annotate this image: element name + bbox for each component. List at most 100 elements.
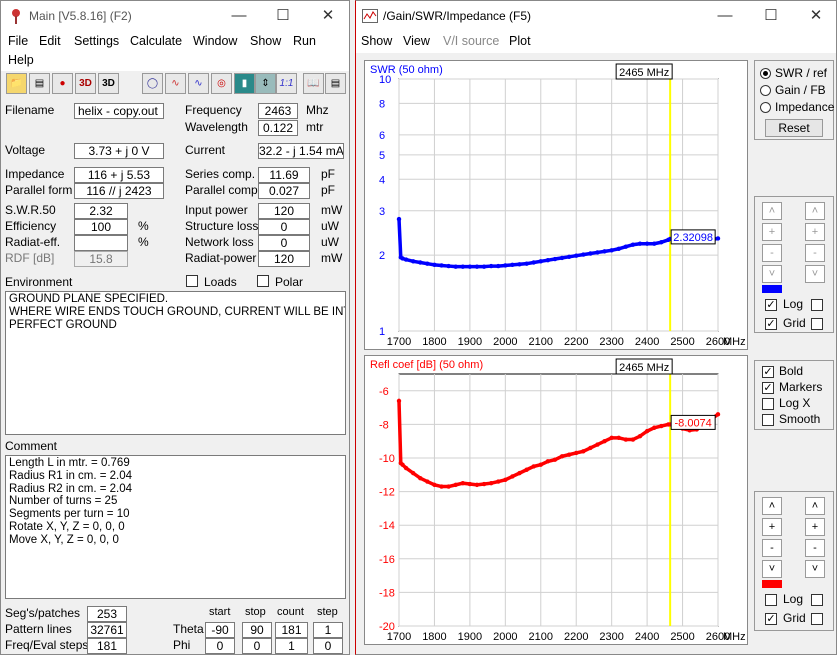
environment-textarea[interactable]: GROUND PLANE SPECIFIED. WHERE WIRE ENDS … — [5, 291, 346, 435]
bottom-log-checkbox[interactable] — [765, 594, 777, 606]
phi-stop-field[interactable]: 0 — [242, 638, 272, 654]
close-button[interactable]: ✕ — [306, 1, 349, 31]
wave-icon[interactable]: ∿ — [165, 73, 186, 94]
gain-maximize-button[interactable]: ☐ — [749, 1, 793, 31]
markers-checkbox[interactable]: ✓ — [762, 382, 774, 394]
theta-step-field[interactable]: 1 — [313, 622, 343, 638]
top-grid-checkbox[interactable]: ✓ — [765, 318, 777, 330]
gain-minimize-button[interactable]: — — [703, 1, 747, 31]
top-shift-minus-icon[interactable]: - — [762, 244, 782, 262]
efficiency-label: Efficiency — [5, 219, 57, 233]
swr-plot[interactable]: SWR (50 ohm) 1 2 3 4 5 6 8 10 1700 1800 1900 2000 210… — [364, 60, 748, 350]
data-point — [538, 462, 543, 467]
top-zoom-minus-icon[interactable]: - — [805, 244, 825, 262]
menu-file[interactable]: File — [8, 34, 28, 48]
x-tick-label: 2100 — [529, 631, 553, 643]
bottom-zoom-up-icon[interactable]: ˄ — [805, 497, 825, 515]
logx-checkbox[interactable] — [762, 398, 774, 410]
menu-window[interactable]: Window — [193, 34, 237, 48]
phi-step-field[interactable]: 0 — [313, 638, 343, 654]
minimize-button[interactable]: — — [217, 1, 261, 31]
loads-checkbox[interactable] — [186, 275, 198, 287]
refl-chart: Refl coef [dB] (50 ohm) -6 -8 -10 -12 -14 -16 -… — [370, 358, 746, 643]
bottom-scale-group: ˄ ˄ + + - - ˅ ˅ Log ✓ Grid — [754, 491, 834, 631]
bottom-shift-down-icon[interactable]: ˅ — [762, 560, 782, 578]
bottom-zoom-down-icon[interactable]: ˅ — [805, 560, 825, 578]
radio-impedance[interactable] — [760, 102, 771, 113]
data-point — [623, 437, 629, 442]
circle-icon[interactable]: ◯ — [142, 73, 163, 94]
bottom-log2-checkbox[interactable] — [811, 594, 823, 606]
theta-count-field[interactable]: 181 — [275, 622, 308, 638]
bottom-shift-plus-icon[interactable]: + — [762, 518, 782, 536]
gain-menu-view[interactable]: View — [403, 34, 430, 48]
bold-checkbox[interactable]: ✓ — [762, 366, 774, 378]
top-zoom-plus-icon[interactable]: + — [805, 223, 825, 241]
frequency-field[interactable]: 2463 — [258, 103, 298, 119]
data-point — [574, 450, 579, 456]
top-shift-plus-icon[interactable]: + — [762, 223, 782, 241]
data-point — [659, 240, 664, 245]
swr-field: 2.32 — [74, 203, 128, 219]
freq-eval-field[interactable]: 181 — [87, 638, 127, 654]
menu-calculate[interactable]: Calculate — [130, 34, 182, 48]
menu-settings[interactable]: Settings — [74, 34, 119, 48]
top-log2-checkbox[interactable] — [811, 299, 823, 311]
gain-menu-vi-source[interactable]: V/I source — [443, 34, 499, 48]
radio-swr[interactable] — [760, 68, 771, 79]
gain-menu-show[interactable]: Show — [361, 34, 392, 48]
phi-count-field[interactable]: 1 — [275, 638, 308, 654]
text-icon[interactable]: ▤ — [325, 73, 346, 94]
menu-edit[interactable]: Edit — [39, 34, 61, 48]
filename-field[interactable]: helix - copy.out — [74, 103, 164, 119]
battery-icon[interactable]: ▮ — [234, 73, 255, 94]
comment-textarea[interactable]: Length L in mtr. = 0.769 Radius R1 in cm… — [5, 455, 346, 599]
bottom-shift-up-icon[interactable]: ˄ — [762, 497, 782, 515]
data-point — [453, 264, 458, 269]
ratio-icon[interactable]: 1:1 — [276, 73, 297, 94]
top-zoom-down-icon[interactable]: ˅ — [805, 265, 825, 283]
polar-checkbox[interactable] — [257, 275, 269, 287]
radio-gain[interactable] — [760, 85, 771, 96]
gain-menu-plot[interactable]: Plot — [509, 34, 531, 48]
menu-show[interactable]: Show — [250, 34, 281, 48]
book-icon[interactable]: 📖 — [303, 73, 324, 94]
bottom-grid2-checkbox[interactable] — [811, 613, 823, 625]
bottom-shift-minus-icon[interactable]: - — [762, 539, 782, 557]
y-tick-label: -18 — [379, 587, 395, 599]
refl-plot[interactable]: Refl coef [dB] (50 ohm) -6 -8 -10 -12 -14 -16 -… — [364, 355, 748, 645]
top-log-checkbox[interactable]: ✓ — [765, 299, 777, 311]
calculator-icon[interactable]: ● — [52, 73, 73, 94]
maximize-button[interactable]: ☐ — [261, 1, 305, 31]
gain-close-button[interactable]: ✕ — [794, 1, 836, 31]
data-point — [531, 260, 536, 265]
3d-cube-icon[interactable]: 3D — [98, 73, 119, 94]
data-point — [403, 257, 409, 262]
top-zoom-up-icon[interactable]: ˄ — [805, 202, 825, 220]
arrows-icon[interactable]: ⇕ — [255, 73, 276, 94]
top-shift-down-icon[interactable]: ˅ — [762, 265, 782, 283]
theta-start-field[interactable]: -90 — [205, 622, 235, 638]
bottom-zoom-plus-icon[interactable]: + — [805, 518, 825, 536]
bottom-zoom-minus-icon[interactable]: - — [805, 539, 825, 557]
target-icon[interactable]: ◎ — [211, 73, 232, 94]
data-point — [432, 262, 437, 268]
smooth-checkbox[interactable] — [762, 414, 774, 426]
main-titlebar: Main [V5.8.16] (F2) — ☐ ✕ — [1, 1, 349, 31]
bottom-grid-checkbox[interactable]: ✓ — [765, 613, 777, 625]
phi-start-field[interactable]: 0 — [205, 638, 235, 654]
save-icon[interactable]: ▤ — [29, 73, 50, 94]
top-shift-up-icon[interactable]: ˄ — [762, 202, 782, 220]
current-label: Current — [185, 143, 226, 157]
graph-icon[interactable]: ∿ — [188, 73, 209, 94]
top-color-swatch[interactable] — [762, 285, 782, 293]
top-grid2-checkbox[interactable] — [811, 318, 823, 330]
menu-run[interactable]: Run — [293, 34, 316, 48]
menu-help[interactable]: Help — [8, 53, 34, 67]
x-tick-label: 2000 — [493, 336, 517, 348]
theta-stop-field[interactable]: 90 — [242, 622, 272, 638]
3d-icon[interactable]: 3D — [75, 73, 96, 94]
bottom-color-swatch[interactable] — [762, 580, 782, 588]
open-icon[interactable]: 📁 — [6, 73, 27, 94]
reset-button[interactable]: Reset — [765, 119, 823, 137]
